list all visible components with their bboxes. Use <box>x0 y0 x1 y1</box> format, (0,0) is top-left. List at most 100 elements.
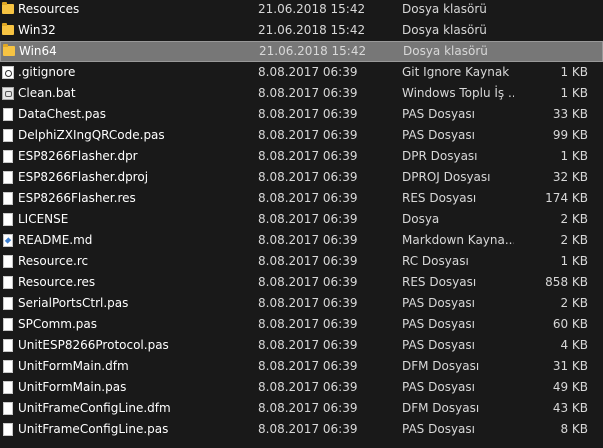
file-size: 2 KB <box>560 212 588 226</box>
file-date: 8.08.2017 06:39 <box>258 401 358 415</box>
file-type: Dosya <box>402 212 440 226</box>
file-icon-cell <box>0 293 14 314</box>
file-icon-cell <box>0 188 14 209</box>
file-icon-cell <box>0 419 14 440</box>
file-name: Win32 <box>18 23 56 37</box>
file-size: 1 KB <box>560 86 588 100</box>
file-row[interactable]: ESP8266Flasher.dpr 8.08.2017 06:39 DPR Dos… <box>0 146 603 167</box>
file-size: 99 KB <box>552 128 588 142</box>
file-type: DFM Dosyası <box>402 401 480 415</box>
file-date: 8.08.2017 06:39 <box>258 359 358 373</box>
file-icon-cell <box>0 356 14 377</box>
file-row[interactable]: Resource.res 8.08.2017 06:39 RES Dosyası 85… <box>0 272 603 293</box>
file-date: 21.06.2018 15:42 <box>258 23 366 37</box>
file-date: 21.06.2018 15:42 <box>258 2 366 16</box>
file-type: Dosya klasörü <box>402 23 487 37</box>
file-date: 8.08.2017 06:39 <box>258 296 358 310</box>
file-icon-cell <box>0 314 14 335</box>
file-row[interactable]: Win64 21.06.2018 15:42 Dosya klasörü <box>0 41 603 62</box>
file-name: SerialPortsCtrl.pas <box>18 296 129 310</box>
file-type: PAS Dosyası <box>402 107 475 121</box>
file-row[interactable]: README.md 8.08.2017 06:39 Markdown Kayna..… <box>0 230 603 251</box>
file-row[interactable]: .gitignore 8.08.2017 06:39 Git Ignore Kayn… <box>0 62 603 83</box>
file-size: 4 KB <box>560 338 588 352</box>
file-row[interactable]: UnitFrameConfigLine.pas 8.08.2017 06:39 PA… <box>0 419 603 440</box>
file-icon-cell <box>0 167 14 188</box>
file-type: Markdown Kayna... <box>402 233 514 247</box>
file-date: 8.08.2017 06:39 <box>258 212 358 226</box>
file-type: RES Dosyası <box>402 191 477 205</box>
file-type: DPR Dosyası <box>402 149 478 163</box>
file-size: 2 KB <box>560 233 588 247</box>
file-type: Windows Toplu İş ... <box>402 86 514 100</box>
file-row[interactable]: DataChest.pas 8.08.2017 06:39 PAS Dosyası 3… <box>0 104 603 125</box>
file-row[interactable]: Resources 21.06.2018 15:42 Dosya klasörü <box>0 0 603 20</box>
file-type: Dosya klasörü <box>402 2 487 16</box>
file-row[interactable]: ESP8266Flasher.res 8.08.2017 06:39 RES Dos… <box>0 188 603 209</box>
file-type: PAS Dosyası <box>402 338 475 352</box>
file-size: 32 KB <box>552 170 588 184</box>
file-icon <box>3 129 13 142</box>
file-type: PAS Dosyası <box>402 380 475 394</box>
file-icon-cell <box>0 104 14 125</box>
file-row[interactable]: UnitFormMain.pas 8.08.2017 06:39 PAS Dosya… <box>0 377 603 398</box>
file-name: DelphiZXIngQRCode.pas <box>18 128 165 142</box>
file-row[interactable]: Resource.rc 8.08.2017 06:39 RC Dosyası 1 KB <box>0 251 603 272</box>
file-type: DPROJ Dosyası <box>402 170 491 184</box>
file-icon <box>3 150 13 163</box>
file-row[interactable]: UnitESP8266Protocol.pas 8.08.2017 06:39 PA… <box>0 335 603 356</box>
file-type: Git Ignore Kaynak ... <box>402 65 514 79</box>
file-date: 8.08.2017 06:39 <box>258 254 358 268</box>
file-row[interactable]: SPComm.pas 8.08.2017 06:39 PAS Dosyası 60 K… <box>0 314 603 335</box>
file-size: 43 KB <box>552 401 588 415</box>
file-date: 8.08.2017 06:39 <box>258 65 358 79</box>
file-icon <box>3 339 13 352</box>
file-icon <box>3 213 13 226</box>
file-row[interactable]: UnitFormMain.dfm 8.08.2017 06:39 DFM Dosya… <box>0 356 603 377</box>
file-name: UnitESP8266Protocol.pas <box>18 338 169 352</box>
file-row[interactable]: Win32 21.06.2018 15:42 Dosya klasörü <box>0 20 603 41</box>
file-date: 8.08.2017 06:39 <box>258 275 358 289</box>
file-name: SPComm.pas <box>18 317 97 331</box>
file-icon <box>3 423 13 436</box>
file-icon-cell <box>0 209 14 230</box>
file-icon-cell <box>0 62 14 83</box>
file-date: 8.08.2017 06:39 <box>258 149 358 163</box>
folder-icon <box>3 44 15 56</box>
file-name: Win64 <box>19 44 57 58</box>
file-row[interactable]: LICENSE 8.08.2017 06:39 Dosya 2 KB <box>0 209 603 230</box>
file-type: DFM Dosyası <box>402 359 480 373</box>
file-row[interactable]: Clean.bat 8.08.2017 06:39 Windows Toplu İş… <box>0 83 603 104</box>
file-icon <box>3 108 13 121</box>
file-size <box>520 0 588 20</box>
file-name: ESP8266Flasher.dpr <box>18 149 138 163</box>
batch-file-icon <box>2 87 14 100</box>
file-name: ESP8266Flasher.res <box>18 191 136 205</box>
file-icon-cell <box>0 272 14 293</box>
file-icon-cell <box>0 20 14 41</box>
file-type: PAS Dosyası <box>402 317 475 331</box>
file-icon-cell <box>0 377 14 398</box>
file-icon-cell <box>0 230 14 251</box>
file-row[interactable]: ESP8266Flasher.dproj 8.08.2017 06:39 DPROJ… <box>0 167 603 188</box>
file-name: Resources <box>18 2 80 16</box>
file-date: 8.08.2017 06:39 <box>258 317 358 331</box>
file-size <box>521 41 589 62</box>
file-icon-cell <box>0 146 14 167</box>
file-type: PAS Dosyası <box>402 422 475 436</box>
file-row[interactable]: DelphiZXIngQRCode.pas 8.08.2017 06:39 PAS … <box>0 125 603 146</box>
file-date: 8.08.2017 06:39 <box>258 170 358 184</box>
file-type: RES Dosyası <box>402 275 477 289</box>
file-size <box>520 20 588 41</box>
file-name: UnitFrameConfigLine.dfm <box>18 401 171 415</box>
file-row[interactable]: SerialPortsCtrl.pas 8.08.2017 06:39 PAS Do… <box>0 293 603 314</box>
file-row[interactable]: UnitFrameConfigLine.dfm 8.08.2017 06:39 DF… <box>0 398 603 419</box>
file-size: 31 KB <box>552 359 588 373</box>
file-name: LICENSE <box>18 212 69 226</box>
file-type: RC Dosyası <box>402 254 469 268</box>
file-type: Dosya klasörü <box>403 44 488 58</box>
file-icon-cell <box>1 41 15 62</box>
file-icon-cell <box>0 125 14 146</box>
file-icon <box>3 255 13 268</box>
file-icon <box>3 402 13 415</box>
